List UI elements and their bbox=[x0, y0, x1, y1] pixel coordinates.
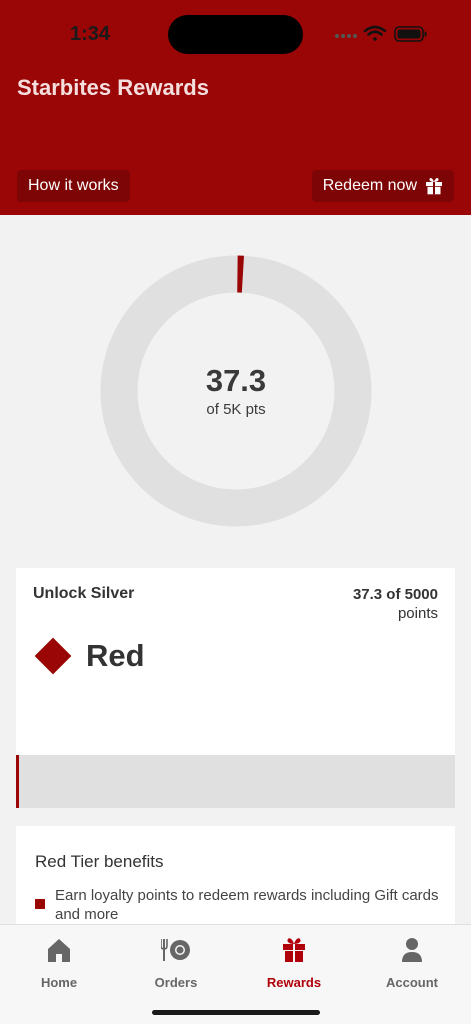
tier-name: Red bbox=[86, 638, 145, 673]
tier-progress-fill bbox=[16, 755, 20, 808]
tab-home-label: Home bbox=[40, 975, 78, 990]
how-it-works-label: How it works bbox=[28, 177, 119, 194]
person-icon bbox=[402, 938, 422, 962]
benefit-text: Earn loyalty points to redeem rewards in… bbox=[55, 887, 439, 923]
redeem-now-label: Redeem now bbox=[322, 177, 417, 194]
cutlery-plate-icon bbox=[161, 939, 190, 961]
tier-points: 37.3 of 5000 points bbox=[353, 585, 438, 623]
wifi-icon bbox=[363, 25, 387, 41]
tier-progress-bar bbox=[16, 755, 455, 808]
bottom-tab-bar: Home Orders Rewards Account bbox=[0, 924, 471, 1024]
tab-orders-label: Orders bbox=[154, 975, 198, 990]
tier-points-unit: points bbox=[397, 605, 438, 622]
ring-points-caption: of 5K pts bbox=[206, 401, 266, 418]
battery-icon bbox=[394, 26, 427, 42]
bullet-square-icon bbox=[35, 899, 45, 909]
app-header: 1:34 Starbites Rewards How it works Rede… bbox=[0, 0, 471, 215]
tab-account-label: Account bbox=[386, 975, 438, 990]
dynamic-island bbox=[168, 15, 303, 54]
benefit-item: Earn loyalty points to redeem rewards in… bbox=[35, 886, 440, 924]
how-it-works-button[interactable]: How it works bbox=[17, 170, 130, 202]
benefits-title: Red Tier benefits bbox=[35, 852, 164, 871]
tab-home[interactable]: Home bbox=[9, 935, 109, 990]
tier-points-value: 37.3 of 5000 bbox=[352, 586, 438, 603]
tab-rewards[interactable]: Rewards bbox=[244, 935, 344, 990]
status-icons bbox=[335, 25, 427, 42]
ring-points-value: 37.3 bbox=[205, 363, 267, 398]
ring-center-text: 37.3 of 5K pts bbox=[100, 363, 372, 418]
tab-orders[interactable]: Orders bbox=[126, 935, 226, 990]
page-title: Starbites Rewards bbox=[17, 75, 209, 100]
home-indicator bbox=[152, 1010, 320, 1015]
gift-icon bbox=[426, 177, 442, 195]
points-progress-ring: 37.3 of 5K pts bbox=[100, 255, 372, 527]
unlock-label: Unlock Silver bbox=[33, 585, 135, 602]
home-icon bbox=[48, 939, 70, 962]
tier-diamond-icon bbox=[34, 637, 72, 675]
gift-icon bbox=[283, 938, 305, 962]
tab-rewards-label: Rewards bbox=[266, 975, 322, 990]
tier-card: Unlock Silver 37.3 of 5000 points Red bbox=[16, 568, 455, 755]
status-time: 1:34 bbox=[70, 23, 111, 45]
tier-row: Red bbox=[34, 637, 145, 675]
redeem-now-button[interactable]: Redeem now bbox=[311, 170, 454, 202]
tab-account[interactable]: Account bbox=[362, 935, 462, 990]
status-bar: 1:34 bbox=[0, 0, 471, 70]
signal-icon bbox=[335, 34, 357, 38]
